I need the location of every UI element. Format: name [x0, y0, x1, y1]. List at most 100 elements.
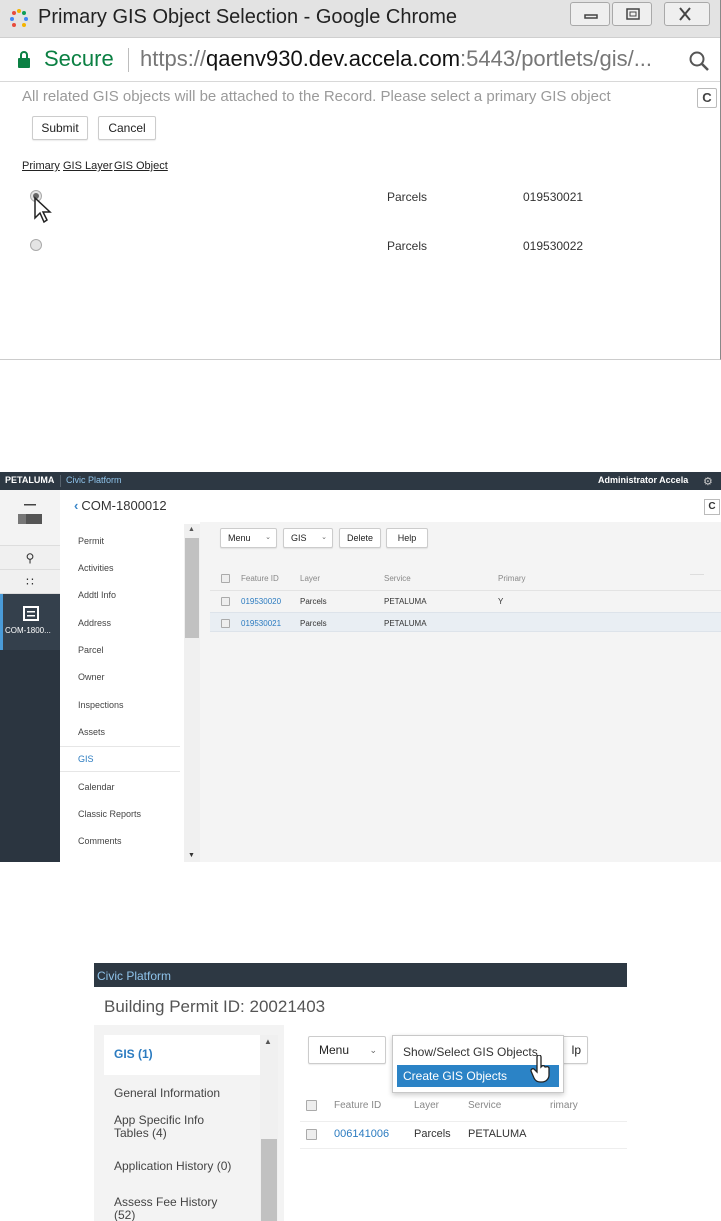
scroll-up-icon[interactable]: ▲ — [264, 1037, 272, 1046]
row-checkbox[interactable] — [221, 597, 230, 606]
side-item-addtl-info[interactable]: Addtl Info — [78, 590, 116, 600]
agency-brand: PETALUMA — [5, 475, 55, 485]
gear-icon[interactable]: ⚙ — [703, 475, 713, 488]
hand-cursor-icon — [530, 1055, 550, 1083]
help-button[interactable]: Help — [386, 528, 428, 548]
column-header-feature-id[interactable]: Feature ID — [241, 574, 279, 583]
refresh-icon[interactable]: C — [704, 499, 720, 515]
row-checkbox[interactable] — [306, 1129, 317, 1140]
select-all-checkbox[interactable] — [221, 574, 230, 583]
chevron-left-icon: ‹ — [74, 498, 79, 513]
gis-dropdown-button[interactable]: GIS ⌄ — [283, 528, 333, 548]
feature-id-link[interactable]: 019530020 — [241, 597, 281, 606]
window-titlebar: Primary GIS Object Selection - Google Ch… — [0, 0, 720, 38]
column-header-primary[interactable]: Primary — [498, 574, 526, 583]
side-item-classic-reports[interactable]: Classic Reports — [78, 809, 141, 819]
menu-label: Menu — [228, 533, 251, 543]
brand-separator — [60, 475, 61, 487]
menu-label: Menu — [319, 1043, 350, 1057]
column-header-service[interactable]: Service — [384, 574, 411, 583]
side-item-assess-fee-history[interactable]: Assess Fee History (52) — [114, 1196, 234, 1221]
side-item-app-specific-info[interactable]: App Specific Info Tables (4) — [114, 1114, 224, 1140]
apps-grid-icon[interactable]: ∷ — [0, 570, 60, 594]
top-bar: Civic Platform — [94, 963, 627, 987]
left-nav: ⚲ ∷ COM-1800... — [0, 490, 60, 862]
column-header-service[interactable]: Service — [468, 1100, 501, 1111]
address-separator — [128, 48, 129, 72]
nav-menu-button[interactable] — [0, 490, 60, 546]
delete-button[interactable]: Delete — [339, 528, 381, 548]
menu-dropdown-button[interactable]: Menu ⌄ — [220, 528, 277, 548]
service-cell: PETALUMA — [384, 597, 427, 606]
back-link[interactable]: ‹ COM-1800012 — [74, 498, 167, 513]
side-item-permit[interactable]: Permit — [78, 536, 104, 546]
column-header-layer[interactable]: Layer — [300, 574, 320, 583]
scrollbar-thumb[interactable] — [185, 538, 199, 638]
user-name[interactable]: Administrator Accela — [598, 475, 688, 485]
product-name: Civic Platform — [66, 475, 122, 485]
layer-cell: Parcels — [300, 597, 327, 606]
chevron-down-icon: ⌄ — [369, 1045, 377, 1055]
side-item-comments[interactable]: Comments — [78, 836, 122, 846]
gis-object-cell: 019530022 — [523, 239, 584, 253]
gis-content-area — [200, 522, 721, 862]
row-checkbox[interactable] — [221, 619, 230, 628]
gis-object-cell: 019530021 — [523, 190, 584, 204]
building-permit-panel: Civic Platform Building Permit ID: 20021… — [94, 963, 627, 1221]
close-icon — [679, 7, 691, 21]
side-item-owner[interactable]: Owner — [78, 672, 105, 682]
refresh-button[interactable]: C — [697, 88, 717, 108]
side-item-inspections[interactable]: Inspections — [78, 700, 124, 710]
side-item-gis[interactable]: GIS (1) — [114, 1048, 153, 1061]
scroll-up-icon[interactable]: ▲ — [188, 526, 195, 533]
window-title: Primary GIS Object Selection - Google Ch… — [38, 6, 458, 28]
side-item-address[interactable]: Address — [78, 618, 111, 628]
cursor-arrow-icon — [34, 196, 52, 224]
side-item-gis-label: GIS — [78, 754, 94, 764]
gis-layer-cell: Parcels — [387, 239, 428, 253]
record-icon — [23, 606, 39, 621]
product-name: Civic Platform — [97, 969, 172, 983]
maximize-button[interactable] — [612, 2, 652, 26]
address-bar[interactable]: Secure https://qaenv930.dev.accela.com:5… — [0, 38, 720, 82]
scroll-down-icon[interactable]: ▼ — [188, 852, 195, 859]
record-side-menu: Permit Activities Addtl Info Address Par… — [60, 522, 200, 862]
side-item-general-information[interactable]: General Information — [114, 1087, 220, 1100]
scrollbar-thumb[interactable] — [261, 1139, 277, 1221]
table-row[interactable]: 019530020 Parcels PETALUMA Y — [210, 590, 721, 610]
side-item-gis[interactable]: GIS — [60, 746, 180, 772]
search-icon[interactable]: ⚲ — [0, 546, 60, 570]
minimize-button[interactable] — [570, 2, 610, 26]
column-header-layer[interactable]: Layer — [414, 1100, 439, 1111]
column-header-gis-layer[interactable]: GIS Layer — [63, 160, 113, 172]
service-cell: PETALUMA — [468, 1128, 527, 1140]
column-header-primary[interactable]: Primary — [22, 160, 60, 172]
primary-cell: Y — [498, 597, 504, 606]
minimize-icon — [584, 14, 598, 19]
zoom-icon[interactable] — [688, 50, 710, 72]
submit-button[interactable]: Submit — [32, 116, 88, 140]
column-header-feature-id[interactable]: Feature ID — [334, 1100, 381, 1111]
side-item-assets[interactable]: Assets — [78, 727, 105, 737]
select-all-checkbox[interactable] — [306, 1100, 317, 1111]
cancel-button[interactable]: Cancel — [98, 116, 156, 140]
secure-label: Secure — [44, 46, 114, 71]
column-header-gis-object[interactable]: GIS Object — [114, 160, 168, 172]
nav-record-label: COM-1800... — [5, 626, 51, 635]
side-item-parcel[interactable]: Parcel — [78, 645, 104, 655]
feature-id-link[interactable]: 006141006 — [334, 1128, 389, 1140]
chevron-down-icon: ⌄ — [321, 534, 327, 541]
layer-cell: Parcels — [414, 1128, 451, 1140]
primary-radio-row-2[interactable] — [30, 239, 42, 251]
url-text[interactable]: https://qaenv930.dev.accela.com:5443/por… — [140, 46, 652, 72]
close-button[interactable] — [664, 2, 710, 26]
nav-record-tab[interactable]: COM-1800... — [0, 594, 60, 650]
menu-dropdown-button[interactable]: Menu ⌄ — [308, 1036, 386, 1064]
feature-id-link[interactable]: 019530021 — [241, 619, 281, 628]
column-header-primary[interactable]: rimary — [550, 1100, 578, 1111]
side-item-calendar[interactable]: Calendar — [78, 782, 115, 792]
side-item-activities[interactable]: Activities — [78, 563, 114, 573]
table-row[interactable]: 019530021 Parcels PETALUMA — [210, 612, 721, 632]
service-cell: PETALUMA — [384, 619, 427, 628]
side-item-application-history[interactable]: Application History (0) — [114, 1160, 231, 1173]
